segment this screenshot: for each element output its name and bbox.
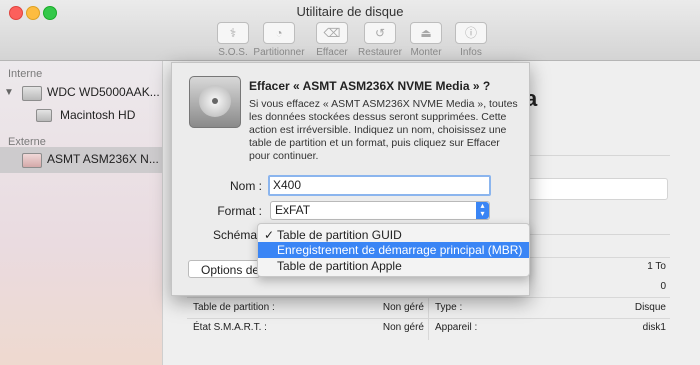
sidebar	[0, 61, 163, 365]
sidebar-item-external-disk[interactable]: ASMT ASM236X N...	[47, 152, 159, 166]
toolbar-erase-button[interactable]: ⌫ Effacer	[306, 22, 358, 58]
toolbar-partition-label: Partitionner	[253, 47, 305, 58]
partition-icon: ◔	[263, 22, 295, 44]
info-device-value: disk1	[642, 322, 666, 333]
toolbar-info-button[interactable]: ⓘ Infos	[445, 22, 497, 58]
toolbar-partition-button[interactable]: ◔ Partitionner	[253, 22, 305, 58]
info-type-value: Disque	[634, 302, 666, 313]
sidebar-section-internal: Interne	[8, 68, 43, 80]
name-input[interactable]: X400	[268, 175, 491, 196]
info-size-value: 1 To	[647, 261, 666, 272]
erase-icon: ⌫	[316, 22, 348, 44]
checkmark-icon: ✓	[264, 228, 275, 242]
chevron-updown-icon: ▴ ▾	[476, 202, 489, 219]
scheme-menu[interactable]: ✓ Table de partition GUID Enregistrement…	[257, 223, 530, 277]
sidebar-item-macintosh-hd[interactable]: Macintosh HD	[60, 108, 135, 122]
format-value: ExFAT	[275, 203, 311, 217]
toolbar-restore-label: Restaurer	[358, 47, 402, 58]
mount-icon: ⏏	[410, 22, 442, 44]
dialog-title: Effacer « ASMT ASM236X NVME Media » ?	[249, 79, 491, 93]
divider-2	[528, 234, 670, 235]
dialog-message: Si vous effacez « ASMT ASM236X NVME Medi…	[249, 98, 518, 162]
format-label: Format :	[217, 204, 262, 218]
toolbar-erase-label: Effacer	[316, 47, 348, 58]
info-partition-value: Non géré	[382, 302, 424, 313]
hard-drive-icon	[189, 76, 241, 128]
scheme-option-mbr[interactable]: Enregistrement de démarrage principal (M…	[258, 242, 529, 258]
info-icon: ⓘ	[455, 22, 487, 44]
scheme-option-mbr-label: Enregistrement de démarrage principal (M…	[277, 243, 523, 257]
info-partition-label: Table de partition :	[193, 302, 275, 313]
toolbar-sos-label: S.O.S.	[218, 47, 248, 58]
sidebar-item-internal-disk[interactable]: WDC WD5000AAK...	[47, 85, 160, 99]
close-button[interactable]	[9, 6, 23, 20]
toolbar-sos-button[interactable]: ⚕ S.O.S.	[207, 22, 259, 58]
info-count-value: 0	[660, 281, 666, 292]
external-disk-icon	[22, 153, 42, 168]
hard-disk-icon	[22, 86, 42, 101]
usage-bar	[528, 178, 668, 200]
zoom-button[interactable]	[43, 6, 57, 20]
info-device-label: Appareil :	[435, 322, 478, 333]
options-button[interactable]: Options de	[188, 260, 260, 278]
toolbar-info-label: Infos	[460, 47, 482, 58]
name-label: Nom :	[229, 179, 262, 193]
minimize-button[interactable]	[26, 6, 40, 20]
scheme-option-guid-label: Table de partition GUID	[277, 228, 402, 242]
scheme-option-apple-label: Table de partition Apple	[277, 259, 402, 273]
stethoscope-icon: ⚕	[217, 22, 249, 44]
window-title: Utilitaire de disque	[296, 4, 404, 19]
disclosure-triangle-icon[interactable]: ▼	[4, 87, 14, 98]
info-smart-value: Non géré	[382, 322, 424, 333]
restore-icon: ↺	[364, 22, 396, 44]
scheme-option-apple[interactable]: Table de partition Apple	[258, 258, 529, 274]
info-smart-label: État S.M.A.R.T. :	[193, 322, 267, 333]
volume-icon	[36, 109, 52, 122]
scheme-label: Schéma	[212, 228, 257, 242]
format-select[interactable]: ExFAT ▴ ▾	[270, 201, 490, 220]
toolbar-restore-button[interactable]: ↺ Restaurer	[354, 22, 406, 58]
info-type-label: Type :	[435, 302, 463, 313]
info-table-row-divider	[187, 318, 670, 319]
scheme-option-guid[interactable]: ✓ Table de partition GUID	[258, 227, 529, 243]
divider	[528, 155, 670, 156]
